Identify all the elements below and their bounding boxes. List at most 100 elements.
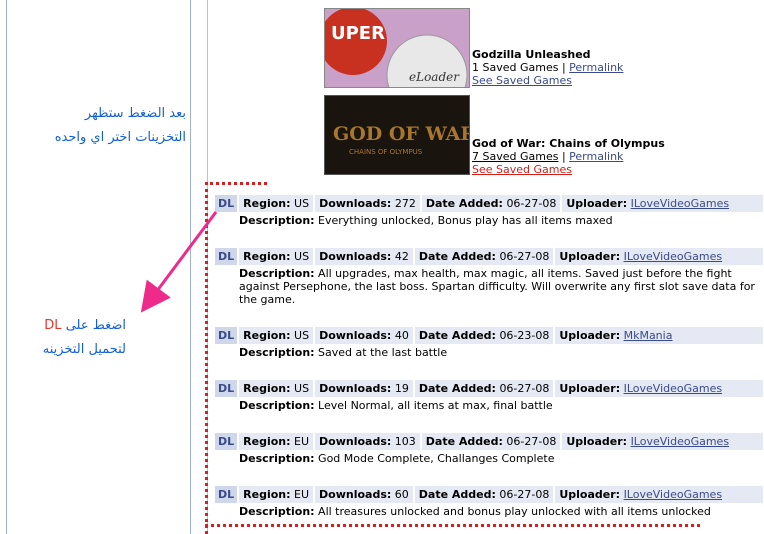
downloads-value: 40	[394, 329, 409, 342]
dl-note-prefix: اضغط على	[61, 318, 126, 333]
left-sidebar	[6, 0, 191, 534]
region-field: Region: EU	[243, 488, 310, 501]
region-field: Region: US	[243, 329, 310, 342]
date-field: Date Added: 06-27-08	[425, 435, 557, 448]
date-value: 06-27-08	[499, 250, 550, 263]
uploader-link[interactable]: ILoveVideoGames	[624, 250, 722, 263]
uploader-field: Uploader: ILoveVideoGames	[559, 488, 723, 501]
eloader-label: eLoader	[409, 70, 460, 84]
game-meta: 1 Saved Games | Permalink	[472, 61, 623, 74]
downloads-field: Downloads: 42	[319, 250, 409, 263]
saved-count: 1 Saved Games	[472, 61, 559, 74]
highlight-border-left	[205, 182, 208, 534]
entry-description: Description: Everything unlocked, Bonus …	[239, 214, 613, 227]
downloads-field: Downloads: 60	[319, 488, 409, 501]
entry-description: Description: All treasures unlocked and …	[239, 505, 711, 518]
dl-cell: DL	[215, 486, 238, 503]
entry-header-bar: DL Region: US Downloads: 42 Date Added: 06-…	[215, 248, 763, 265]
dl-download-link[interactable]: DL	[218, 435, 234, 448]
region-value: US	[294, 250, 310, 263]
saved-count: 7 Saved Games	[472, 150, 559, 163]
date-value: 06-27-08	[499, 488, 550, 501]
separator: |	[561, 61, 566, 74]
uploader-field: Uploader: ILoveVideoGames	[559, 250, 723, 263]
description-text: Level Normal, all items at max, final ba…	[318, 399, 553, 412]
dl-download-link[interactable]: DL	[218, 488, 234, 501]
saved-game-entry: DL Region: US Downloads: 40 Date Added: 06-…	[215, 327, 763, 359]
saved-game-entry: DL Region: US Downloads: 19 Date Added: 06-…	[215, 380, 763, 412]
dl-note-line-1: اضغط على DL	[12, 314, 126, 338]
description-text: Everything unlocked, Bonus play has all …	[318, 214, 613, 227]
permalink-link[interactable]: Permalink	[569, 150, 623, 163]
gow-logo-text: GOD OF WAR	[333, 123, 469, 145]
entry-header-bar: DL Region: US Downloads: 272 Date Added: 06…	[215, 195, 763, 212]
note-line-1: بعد الضغط ستظهر	[84, 106, 186, 121]
separator: |	[561, 150, 566, 163]
game-title: God of War: Chains of Olympus	[472, 137, 665, 150]
downloads-value: 19	[394, 382, 409, 395]
date-value: 06-27-08	[506, 435, 557, 448]
description-text: God Mode Complete, Challanges Complete	[318, 452, 555, 465]
downloads-field: Downloads: 272	[319, 197, 416, 210]
see-saved-games-link[interactable]: See Saved Games	[472, 74, 572, 87]
see-saved-games-link[interactable]: See Saved Games	[472, 163, 572, 176]
note-line-2: التخزينات اختر اي واحده	[54, 130, 186, 145]
uploader-link[interactable]: ILoveVideoGames	[624, 382, 722, 395]
godzilla-thumbnail[interactable]: UPER eLoader	[324, 8, 470, 88]
region-field: Region: US	[243, 250, 310, 263]
date-field: Date Added: 06-27-08	[418, 250, 550, 263]
date-field: Date Added: 06-27-08	[418, 488, 550, 501]
entry-header-bar: DL Region: EU Downloads: 103 Date Added: 06…	[215, 433, 763, 450]
region-value: EU	[294, 435, 310, 448]
downloads-value: 272	[394, 197, 416, 210]
game-title: Godzilla Unleashed	[472, 48, 591, 61]
region-value: EU	[294, 488, 310, 501]
highlight-border-top	[205, 182, 267, 185]
uploader-field: Uploader: ILoveVideoGames	[559, 382, 723, 395]
god-of-war-thumbnail[interactable]: GOD OF WAR CHAINS OF OLYMPUS	[324, 95, 470, 175]
dl-note-dl: DL	[44, 318, 62, 333]
saved-game-entry: DL Region: US Downloads: 42 Date Added: 06-…	[215, 248, 763, 306]
downloads-value: 42	[394, 250, 409, 263]
entry-description: Description: God Mode Complete, Challang…	[239, 452, 555, 465]
dl-download-link[interactable]: DL	[218, 250, 234, 263]
date-field: Date Added: 06-27-08	[418, 382, 550, 395]
god-of-war-info: God of War: Chains of Olympus 7 Saved Ga…	[472, 137, 665, 176]
downloads-field: Downloads: 103	[319, 435, 416, 448]
eloader-image: UPER eLoader	[325, 9, 468, 87]
dl-cell: DL	[215, 327, 238, 344]
region-value: US	[294, 382, 310, 395]
saved-game-entry: DL Region: EU Downloads: 103 Date Added: 06…	[215, 433, 763, 465]
description-text: All upgrades, max health, max magic, all…	[239, 267, 755, 306]
uploader-link[interactable]: ILoveVideoGames	[624, 488, 722, 501]
entry-description: Description: Saved at the last battle	[239, 346, 448, 359]
dl-download-link[interactable]: DL	[218, 382, 234, 395]
saved-game-entry: DL Region: US Downloads: 272 Date Added: 06…	[215, 195, 763, 227]
dl-note-line-2: لتحميل التخزينه	[42, 342, 126, 357]
uploader-field: Uploader: ILoveVideoGames	[566, 197, 730, 210]
permalink-link[interactable]: Permalink	[569, 61, 623, 74]
uploader-link[interactable]: ILoveVideoGames	[631, 435, 729, 448]
uploader-link[interactable]: ILoveVideoGames	[631, 197, 729, 210]
region-field: Region: US	[243, 197, 310, 210]
description-text: All treasures unlocked and bonus play un…	[318, 505, 711, 518]
description-text: Saved at the last battle	[318, 346, 448, 359]
saved-game-entry: DL Region: EU Downloads: 60 Date Added: 06-…	[215, 486, 763, 518]
dl-download-link[interactable]: DL	[218, 197, 234, 210]
uploader-field: Uploader: MkMania	[559, 329, 673, 342]
downloads-value: 103	[394, 435, 416, 448]
godzilla-info: Godzilla Unleashed 1 Saved Games | Perma…	[472, 48, 623, 87]
date-value: 06-23-08	[499, 329, 550, 342]
dl-download-link[interactable]: DL	[218, 329, 234, 342]
region-field: Region: EU	[243, 435, 310, 448]
gow-logo-sub: CHAINS OF OLYMPUS	[349, 148, 423, 156]
downloads-value: 60	[394, 488, 409, 501]
downloads-field: Downloads: 40	[319, 329, 409, 342]
game-meta: 7 Saved Games | Permalink	[472, 150, 665, 163]
entry-description: Description: All upgrades, max health, m…	[239, 267, 755, 306]
dl-cell: DL	[215, 248, 238, 265]
entry-description: Description: Level Normal, all items at …	[239, 399, 553, 412]
uploader-link[interactable]: MkMania	[624, 329, 673, 342]
dl-cell: DL	[215, 195, 238, 212]
region-field: Region: US	[243, 382, 310, 395]
